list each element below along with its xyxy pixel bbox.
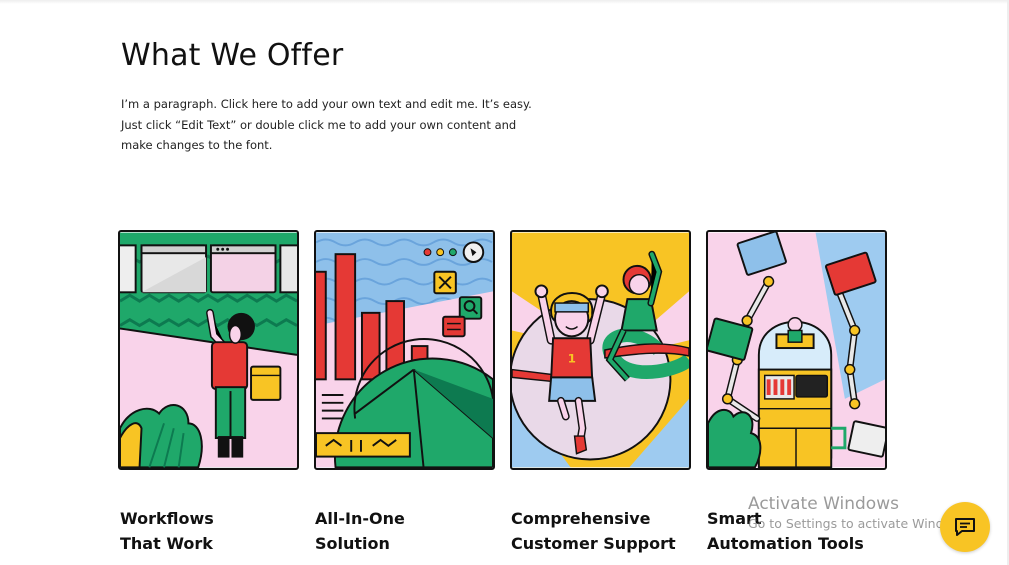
offer-card-all-in-one [314,230,495,470]
offer-title-line: Solution [315,534,390,553]
paragraph-line: make changes to the font. [121,138,273,152]
all-in-one-illustration [316,232,493,468]
offer-title-line: All-In-One [315,509,405,528]
header-shadow [0,0,1009,4]
paragraph-line: I’m a paragraph. Click here to add your … [121,97,532,111]
chat-button[interactable] [940,502,990,552]
customer-support-illustration: 1 [512,232,689,468]
offer-card-automation-tools [706,230,887,470]
svg-text:1: 1 [568,352,576,366]
offer-title-automation-tools: Smart Automation Tools [707,506,864,556]
section-title: What We Offer [121,38,344,73]
offer-title-all-in-one: All-In-One Solution [315,506,405,556]
offer-title-line: Workflows [120,509,214,528]
workflows-illustration [120,232,297,468]
offer-card-workflows [118,230,299,470]
offer-title-line: Customer Support [511,534,676,553]
offer-title-line: That Work [120,534,213,553]
offer-title-line: Automation Tools [707,534,864,553]
paragraph-line: Just click “Edit Text” or double click m… [121,117,517,132]
offer-card-customer-support: 1 [510,230,691,470]
offer-title-customer-support: Comprehensive Customer Support [511,506,676,556]
section-paragraph: I’m a paragraph. Click here to add your … [121,94,532,156]
offer-title-line: Smart [707,509,762,528]
chat-icon [955,518,975,536]
offer-title-line: Comprehensive [511,509,651,528]
offer-title-workflows: Workflows That Work [120,506,214,556]
automation-tools-illustration [708,232,885,468]
